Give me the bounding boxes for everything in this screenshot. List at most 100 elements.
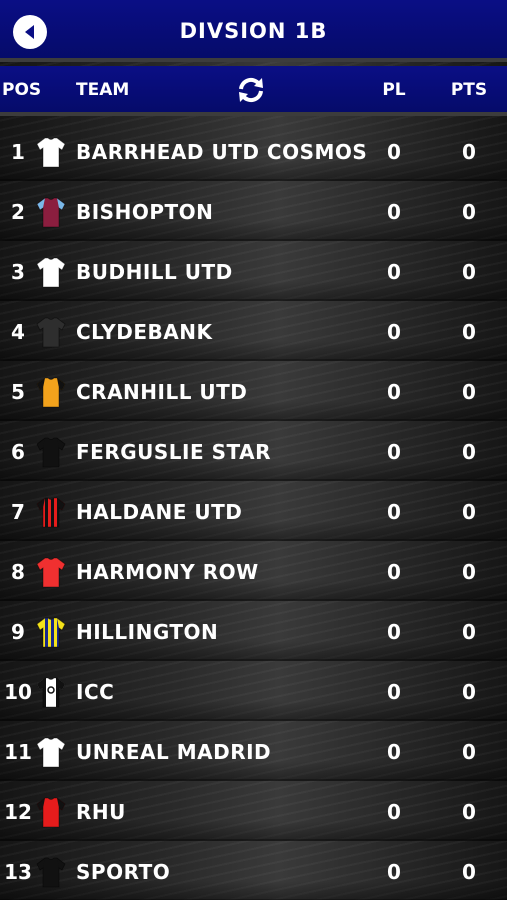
column-header-pos: POS (2, 80, 42, 100)
shirt-icon (36, 677, 66, 708)
team-kit-icon (36, 256, 66, 288)
shirt-icon (36, 857, 66, 888)
team-kit-icon (36, 436, 66, 468)
games-played: 0 (387, 260, 401, 284)
team-kit-icon (36, 796, 66, 828)
page-title: DIVSION 1B (179, 19, 328, 43)
games-played: 0 (387, 380, 401, 404)
team-kit-icon (36, 676, 66, 708)
team-kit-icon (36, 616, 66, 648)
team-kit-icon (36, 316, 66, 348)
games-played: 0 (387, 140, 401, 164)
games-played: 0 (387, 200, 401, 224)
team-position: 11 (4, 740, 32, 764)
table-row[interactable]: 10 ICC 0 0 (0, 661, 507, 721)
games-played: 0 (387, 680, 401, 704)
shirt-icon (36, 797, 66, 828)
team-kit-icon (36, 496, 66, 528)
team-name: RHU (76, 800, 126, 824)
team-name: BISHOPTON (76, 200, 214, 224)
team-points: 0 (462, 440, 476, 464)
table-row[interactable]: 5 CRANHILL UTD 0 0 (0, 361, 507, 421)
games-played: 0 (387, 860, 401, 884)
table-header: POS TEAM PL PTS (0, 66, 507, 116)
table-row[interactable]: 13 SPORTO 0 0 (0, 841, 507, 900)
table-row[interactable]: 4 CLYDEBANK 0 0 (0, 301, 507, 361)
shirt-icon (36, 737, 66, 768)
team-kit-icon (36, 736, 66, 768)
team-kit-icon (36, 556, 66, 588)
games-played: 0 (387, 500, 401, 524)
shirt-icon (36, 317, 66, 348)
team-position: 1 (11, 140, 25, 164)
team-points: 0 (462, 200, 476, 224)
table-row[interactable]: 11 UNREAL MADRID 0 0 (0, 721, 507, 781)
column-header-played: PL (382, 80, 406, 100)
column-header-team: TEAM (76, 80, 130, 100)
games-played: 0 (387, 320, 401, 344)
team-position: 12 (4, 800, 32, 824)
shirt-icon (36, 257, 66, 288)
table-row[interactable]: 8 HARMONY ROW 0 0 (0, 541, 507, 601)
team-name: ICC (76, 680, 115, 704)
team-name: BARRHEAD UTD COSMOS (76, 140, 368, 164)
team-points: 0 (462, 320, 476, 344)
team-position: 9 (11, 620, 25, 644)
shirt-icon (36, 617, 66, 648)
team-position: 6 (11, 440, 25, 464)
table-row[interactable]: 3 BUDHILL UTD 0 0 (0, 241, 507, 301)
team-name: BUDHILL UTD (76, 260, 233, 284)
team-kit-icon (36, 196, 66, 228)
table-row[interactable]: 9 HILLINGTON 0 0 (0, 601, 507, 661)
team-points: 0 (462, 740, 476, 764)
shirt-icon (36, 377, 66, 408)
team-name: CRANHILL UTD (76, 380, 248, 404)
team-name: CLYDEBANK (76, 320, 213, 344)
team-position: 7 (11, 500, 25, 524)
table-row[interactable]: 12 RHU 0 0 (0, 781, 507, 841)
shirt-icon (36, 557, 66, 588)
refresh-button[interactable] (235, 74, 267, 106)
column-header-points: PTS (450, 80, 488, 100)
shirt-icon (36, 437, 66, 468)
games-played: 0 (387, 620, 401, 644)
team-points: 0 (462, 500, 476, 524)
table-row[interactable]: 2 BISHOPTON 0 0 (0, 181, 507, 241)
shirt-icon (36, 497, 66, 528)
team-points: 0 (462, 140, 476, 164)
team-name: FERGUSLIE STAR (76, 440, 271, 464)
team-position: 10 (4, 680, 32, 704)
title-bar: DIVSION 1B (0, 0, 507, 62)
table-row[interactable]: 1 BARRHEAD UTD COSMOS 0 0 (0, 121, 507, 181)
games-played: 0 (387, 560, 401, 584)
shirt-icon (36, 197, 66, 228)
team-name: SPORTO (76, 860, 171, 884)
team-points: 0 (462, 620, 476, 644)
team-position: 4 (11, 320, 25, 344)
league-table-screen: DIVSION 1B POS TEAM PL PTS 1 BARRHEAD UTD… (0, 0, 507, 900)
team-kit-icon (36, 376, 66, 408)
team-points: 0 (462, 260, 476, 284)
team-position: 3 (11, 260, 25, 284)
team-name: UNREAL MADRID (76, 740, 272, 764)
refresh-icon (239, 77, 263, 103)
team-position: 8 (11, 560, 25, 584)
table-row[interactable]: 7 HALDANE UTD 0 0 (0, 481, 507, 541)
team-position: 13 (4, 860, 32, 884)
team-position: 5 (11, 380, 25, 404)
team-position: 2 (11, 200, 25, 224)
table-row[interactable]: 6 FERGUSLIE STAR 0 0 (0, 421, 507, 481)
team-kit-icon (36, 136, 66, 168)
team-points: 0 (462, 800, 476, 824)
team-kit-icon (36, 856, 66, 888)
games-played: 0 (387, 800, 401, 824)
team-points: 0 (462, 380, 476, 404)
team-points: 0 (462, 680, 476, 704)
standings-list: 1 BARRHEAD UTD COSMOS 0 0 2 BISHOPTON 0 0 3 BUDHI… (0, 121, 507, 900)
team-points: 0 (462, 560, 476, 584)
games-played: 0 (387, 740, 401, 764)
team-name: HILLINGTON (76, 620, 219, 644)
team-points: 0 (462, 860, 476, 884)
shirt-icon (36, 137, 66, 168)
games-played: 0 (387, 440, 401, 464)
